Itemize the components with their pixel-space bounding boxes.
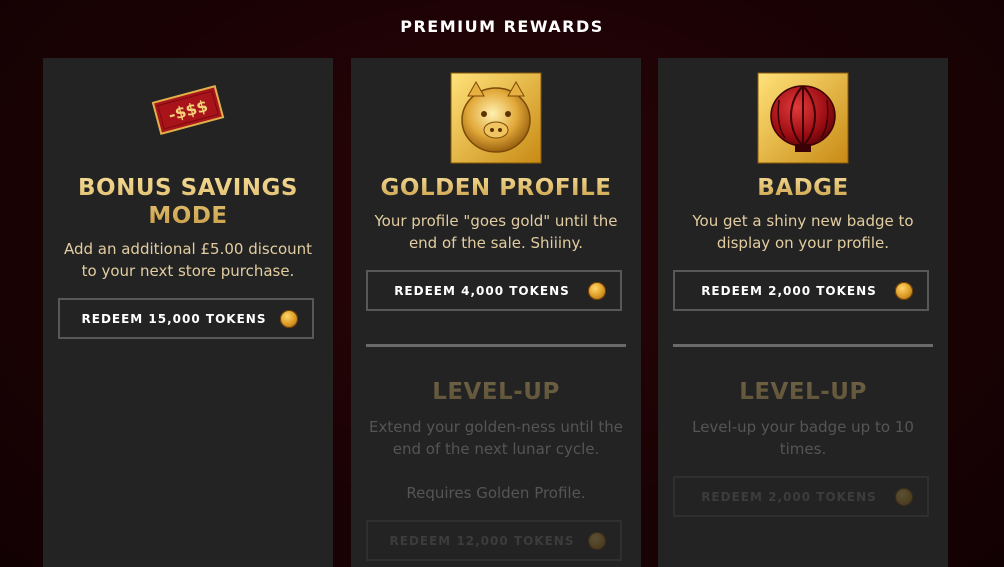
redeem-button[interactable]: REDEEM 2,000 TOKENS bbox=[673, 270, 929, 311]
lantern-badge-icon bbox=[658, 72, 948, 164]
token-coin-icon bbox=[588, 532, 606, 550]
golden-pig-icon bbox=[351, 72, 641, 164]
reward-card-golden-profile: GOLDEN PROFILE Your profile "goes gold" … bbox=[351, 58, 641, 567]
divider bbox=[673, 344, 933, 347]
discount-tag-icon: -$$$ bbox=[43, 72, 333, 164]
levelup-description: Extend your golden-ness until the end of… bbox=[368, 418, 624, 458]
token-coin-icon bbox=[588, 282, 606, 300]
divider bbox=[366, 344, 626, 347]
reward-title: GOLDEN PROFILE bbox=[351, 174, 641, 202]
levelup-description: Level-up your badge up to 10 times. bbox=[692, 418, 914, 458]
reward-title: BADGE bbox=[658, 174, 948, 202]
redeem-label: REDEEM 2,000 TOKENS bbox=[701, 489, 877, 504]
reward-card-badge: BADGE You get a shiny new badge to displ… bbox=[658, 58, 948, 567]
reward-title: BONUS SAVINGS MODE bbox=[43, 174, 333, 230]
reward-description: You get a shiny new badge to display on … bbox=[692, 212, 914, 252]
redeem-label: REDEEM 12,000 TOKENS bbox=[389, 533, 575, 548]
token-coin-icon bbox=[895, 282, 913, 300]
page-title: PREMIUM REWARDS bbox=[400, 17, 604, 36]
levelup-title: LEVEL-UP bbox=[658, 378, 948, 406]
redeem-label: REDEEM 4,000 TOKENS bbox=[394, 283, 570, 298]
redeem-label: REDEEM 15,000 TOKENS bbox=[81, 311, 267, 326]
reward-description: Add an additional £5.00 discount to your… bbox=[63, 240, 313, 280]
redeem-button[interactable]: REDEEM 4,000 TOKENS bbox=[366, 270, 622, 311]
reward-description: Your profile "goes gold" until the end o… bbox=[374, 212, 618, 252]
levelup-title: LEVEL-UP bbox=[351, 378, 641, 406]
levelup-redeem-button[interactable]: REDEEM 12,000 TOKENS bbox=[366, 520, 622, 561]
redeem-button[interactable]: REDEEM 15,000 TOKENS bbox=[58, 298, 314, 339]
redeem-label: REDEEM 2,000 TOKENS bbox=[701, 283, 877, 298]
levelup-redeem-button[interactable]: REDEEM 2,000 TOKENS bbox=[673, 476, 929, 517]
token-coin-icon bbox=[895, 488, 913, 506]
levelup-requirement: Requires Golden Profile. bbox=[406, 484, 586, 502]
token-coin-icon bbox=[280, 310, 298, 328]
reward-card-bonus-savings: -$$$ BONUS SAVINGS MODE Add an additiona… bbox=[43, 58, 333, 567]
